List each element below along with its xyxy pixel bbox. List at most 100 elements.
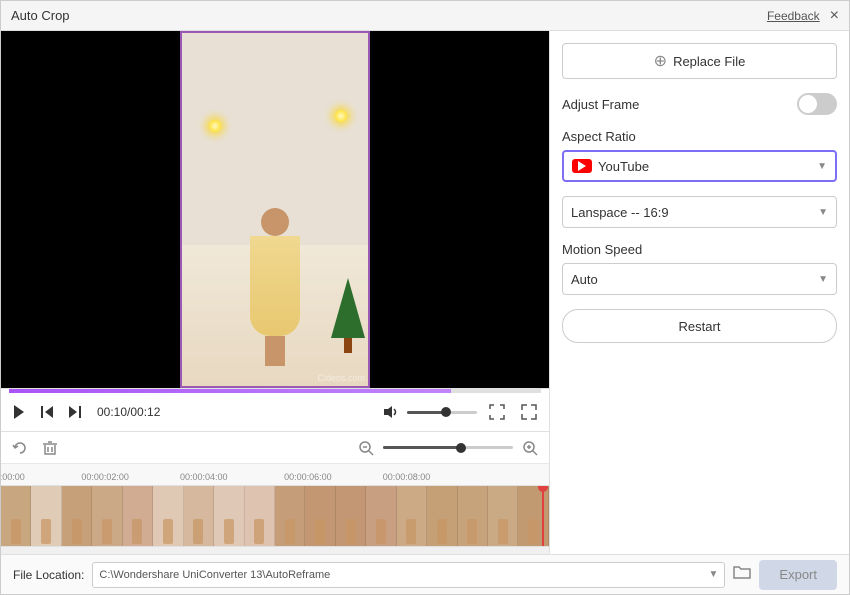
progress-bar[interactable] [9, 389, 541, 393]
volume-thumb [441, 407, 451, 417]
track-frame [305, 486, 335, 546]
track-frame-figure [376, 519, 386, 544]
track-frame-figure [224, 519, 234, 544]
ruler-mark-6: 00:00:06:00 [284, 472, 332, 482]
adjust-frame-toggle[interactable] [797, 93, 837, 115]
bottom-bar: File Location: C:\Wondershare UniConvert… [1, 554, 849, 594]
track-frame [62, 486, 92, 546]
track-frame [488, 486, 518, 546]
sparkle-right [335, 110, 347, 122]
tree-top [331, 278, 365, 338]
zoom-thumb [456, 443, 466, 453]
timeline-ruler: 00:00:00:00 00:00:02:00 00:00:04:00 00:0… [1, 464, 549, 486]
track-frame [427, 486, 457, 546]
progress-fill [9, 389, 451, 393]
track-frame [518, 486, 548, 546]
track-frame-figure [193, 519, 203, 544]
skip-back-button[interactable] [37, 402, 57, 422]
motion-speed-dropdown[interactable]: Auto ▼ [562, 263, 837, 295]
folder-icon [733, 564, 751, 580]
aspect-ratio-section: Aspect Ratio YouTube ▼ [562, 129, 837, 182]
undo-button[interactable] [9, 437, 31, 459]
track-frame-figure [102, 519, 112, 544]
file-path-text: C:\Wondershare UniConverter 13\AutoRefra… [99, 569, 330, 581]
left-panel: Cideos.com [1, 31, 549, 554]
playhead[interactable] [542, 486, 544, 546]
track-frame [153, 486, 183, 546]
undo-icon [12, 440, 28, 456]
track-frame [214, 486, 244, 546]
replace-file-button[interactable]: ⊕ Replace File [562, 43, 837, 79]
track-frames [1, 486, 549, 546]
time-display: 00:10/00:12 [97, 405, 160, 419]
ruler-mark-4: 00:00:04:00 [180, 472, 228, 482]
play-icon [11, 404, 27, 420]
tree-trunk [344, 338, 352, 353]
sparkle-left [209, 120, 221, 132]
track-frame [366, 486, 396, 546]
replace-plus-icon: ⊕ [654, 51, 667, 71]
track-frame [458, 486, 488, 546]
skip-forward-button[interactable] [65, 402, 85, 422]
track-frame-figure [467, 519, 477, 544]
ruler-mark-2: 00:00:02:00 [81, 472, 129, 482]
motion-speed-label: Motion Speed [562, 242, 837, 257]
track-frame [184, 486, 214, 546]
track-frame-figure [254, 519, 264, 544]
person-legs [265, 336, 285, 366]
track-frame-figure [528, 519, 538, 544]
timeline-scrollbar[interactable] [1, 546, 549, 554]
person-leg-left [266, 336, 273, 366]
aspect-ratio-dropdown[interactable]: YouTube ▼ [562, 150, 837, 182]
window-title: Auto Crop [11, 8, 70, 23]
track-frame-figure [163, 519, 173, 544]
delete-button[interactable] [39, 437, 61, 459]
close-button[interactable]: × [830, 8, 839, 24]
zoom-out-button[interactable] [355, 437, 377, 459]
adjust-frame-row: Adjust Frame [562, 93, 837, 115]
title-bar: Auto Crop Feedback × [1, 1, 849, 31]
zoom-slider[interactable] [383, 446, 513, 449]
zoom-in-button[interactable] [519, 437, 541, 459]
orientation-chevron: ▼ [818, 207, 828, 218]
volume-button[interactable] [381, 402, 401, 422]
restart-button[interactable]: Restart [562, 309, 837, 343]
video-watermark: Cideos.com [317, 373, 365, 383]
main-area: Cideos.com [1, 31, 849, 554]
track-frame [123, 486, 153, 546]
fullscreen-button[interactable] [517, 400, 541, 424]
feedback-link[interactable]: Feedback [767, 9, 820, 23]
zoom-controls [355, 437, 541, 459]
volume-slider[interactable] [407, 411, 477, 414]
track-frame [245, 486, 275, 546]
track-frame-figure [72, 519, 82, 544]
fit-screen-button[interactable] [485, 400, 509, 424]
zoom-fill [383, 446, 461, 449]
adjust-frame-label: Adjust Frame [562, 97, 639, 112]
ruler-mark-0: 00:00:00:00 [1, 472, 25, 482]
track-frame-figure [132, 519, 142, 544]
timeline-area: 00:00:00:00 00:00:02:00 00:00:04:00 00:0… [1, 431, 549, 554]
fit-screen-icon [489, 404, 505, 420]
ruler-mark-8: 00:00:08:00 [383, 472, 431, 482]
aspect-ratio-selected-left: YouTube [572, 159, 649, 174]
youtube-play-icon [578, 161, 586, 171]
track-frame [31, 486, 61, 546]
volume-row [381, 402, 477, 422]
browse-folder-button[interactable] [733, 564, 751, 585]
export-button[interactable]: Export [759, 560, 837, 590]
motion-speed-selected-label: Auto [571, 272, 598, 287]
timeline-track[interactable] [1, 486, 549, 546]
person-dress [250, 236, 300, 336]
aspect-ratio-chevron: ▼ [817, 161, 827, 172]
file-path-dropdown[interactable]: C:\Wondershare UniConverter 13\AutoRefra… [92, 562, 725, 588]
track-frame-figure [11, 519, 21, 544]
track-frame-figure [285, 519, 295, 544]
right-panel: ⊕ Replace File Adjust Frame Aspect Ratio [549, 31, 849, 554]
person-figure [245, 208, 305, 368]
orientation-dropdown[interactable]: Lanspace -- 16:9 ▼ [562, 196, 837, 228]
track-frame [397, 486, 427, 546]
track-frame-figure [315, 519, 325, 544]
track-frame [1, 486, 31, 546]
play-button[interactable] [9, 402, 29, 422]
